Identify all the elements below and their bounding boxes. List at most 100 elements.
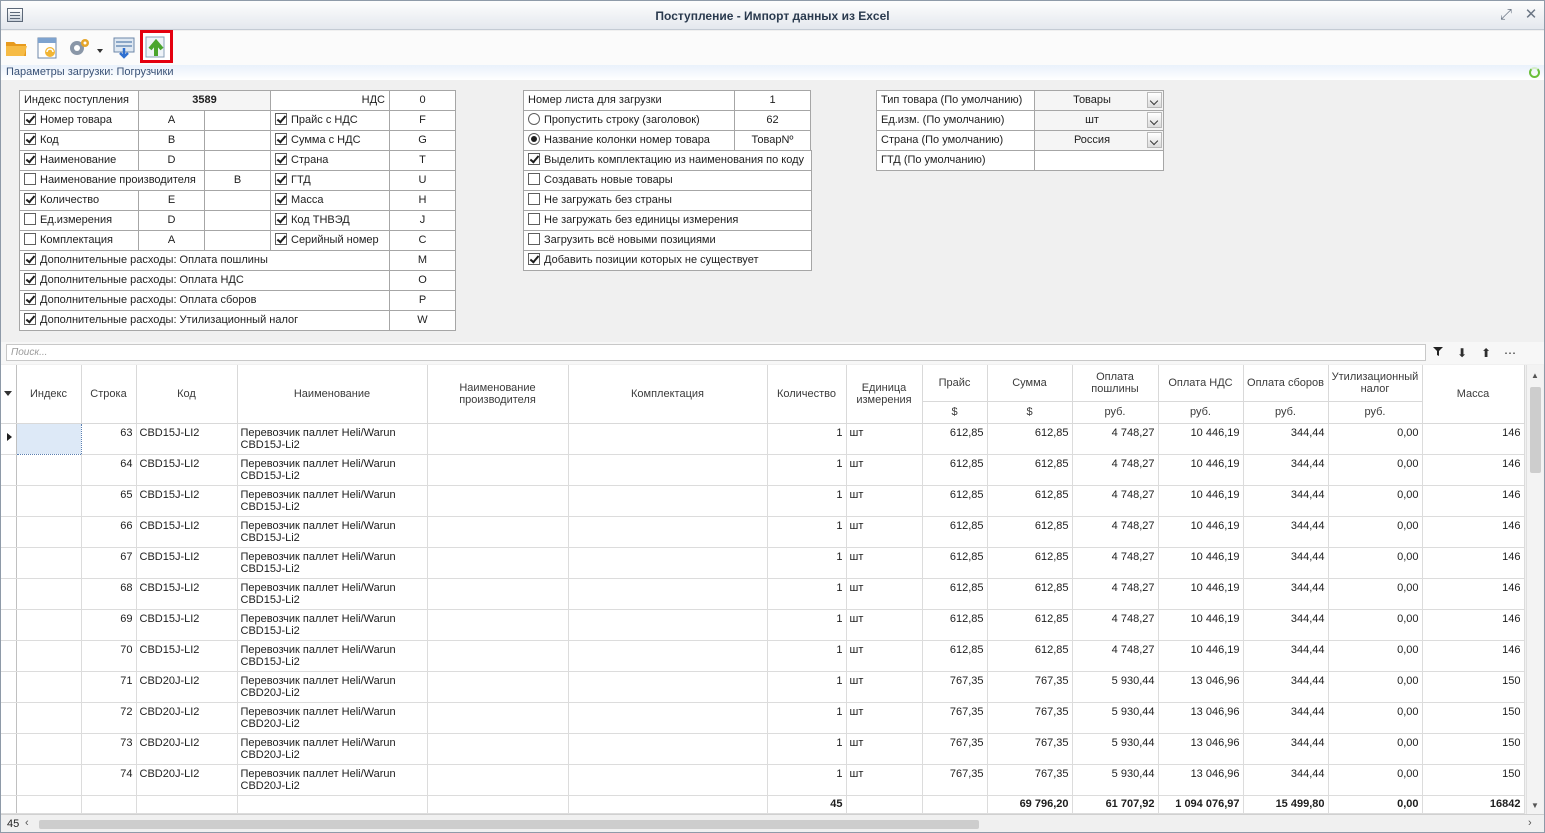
extra-cost-value[interactable]: P <box>390 291 456 311</box>
cell-name[interactable]: Перевозчик паллет Heli/Warun CBD20J-Li2 <box>237 733 428 765</box>
cell-qty[interactable]: 1 <box>767 578 847 610</box>
cell-manufacturer[interactable] <box>427 733 569 765</box>
map-col-value[interactable]: A <box>139 231 205 251</box>
cell-duty[interactable]: 4 748,27 <box>1072 578 1159 610</box>
cell-name[interactable]: Перевозчик паллет Heli/Warun CBD15J-Li2 <box>237 516 428 548</box>
cell-qty[interactable]: 1 <box>767 547 847 579</box>
load-option[interactable]: Загрузить всё новыми позициями <box>524 231 812 251</box>
scroll-right-icon[interactable]: › <box>1528 817 1532 829</box>
cell-unit[interactable]: шт <box>846 764 923 796</box>
scroll-up-icon[interactable]: ▲ <box>1531 371 1539 380</box>
cell-manufacturer[interactable] <box>427 547 569 579</box>
dropdown-arrow-icon[interactable] <box>94 35 106 61</box>
cell-mass[interactable]: 150 <box>1422 702 1525 734</box>
cell-fees[interactable]: 344,44 <box>1243 640 1329 672</box>
column-header[interactable]: Утилизационный налог <box>1328 365 1423 402</box>
skip-row-option[interactable]: Пропустить строку (заголовок) <box>524 111 735 131</box>
cell-util[interactable]: 0,00 <box>1328 609 1423 641</box>
cell-mass[interactable]: 146 <box>1422 516 1525 548</box>
cell-name[interactable]: Перевозчик паллет Heli/Warun CBD20J-Li2 <box>237 671 428 703</box>
map-checkbox[interactable] <box>24 153 36 165</box>
extra-cost-value[interactable]: O <box>390 271 456 291</box>
cell-manufacturer[interactable] <box>427 485 569 517</box>
cell-mass[interactable]: 146 <box>1422 485 1525 517</box>
load-option-checkbox[interactable] <box>528 153 540 165</box>
cell-kit[interactable] <box>568 671 768 703</box>
cell-row[interactable]: 70 <box>81 640 137 672</box>
row-indicator-header[interactable] <box>1 365 17 424</box>
cell-unit[interactable]: шт <box>846 702 923 734</box>
table-row[interactable]: 71 CBD20J-LI2 Перевозчик паллет Heli/Warun… <box>1 671 1525 703</box>
cell-index[interactable] <box>16 640 82 672</box>
cell-sum[interactable]: 612,85 <box>987 547 1073 579</box>
cell-unit[interactable]: шт <box>846 454 923 486</box>
load-option-checkbox[interactable] <box>528 193 540 205</box>
cell-mass[interactable]: 146 <box>1422 640 1525 672</box>
cell-name[interactable]: Перевозчик паллет Heli/Warun CBD20J-Li2 <box>237 764 428 796</box>
load-option[interactable]: Добавить позиции которых не существует <box>524 251 812 271</box>
sort-up-icon[interactable]: ⬆ <box>1478 345 1494 361</box>
cell-name[interactable]: Перевозчик паллет Heli/Warun CBD20J-Li2 <box>237 702 428 734</box>
map-checkbox[interactable] <box>275 153 287 165</box>
search-input[interactable]: Поиск... <box>6 344 1426 361</box>
table-row[interactable]: 64 CBD15J-LI2 Перевозчик паллет Heli/Warun… <box>1 454 1525 486</box>
cell-sum[interactable]: 767,35 <box>987 733 1073 765</box>
chevron-down-icon[interactable] <box>1147 112 1162 128</box>
map-checkbox[interactable] <box>275 233 287 245</box>
cell-row[interactable]: 68 <box>81 578 137 610</box>
cell-index[interactable] <box>16 764 82 796</box>
map-row-right[interactable]: Страна <box>271 151 390 171</box>
map-col-value[interactable]: B <box>139 131 205 151</box>
cell-util[interactable]: 0,00 <box>1328 702 1423 734</box>
table-row[interactable]: 73 CBD20J-LI2 Перевозчик паллет Heli/Warun… <box>1 733 1525 765</box>
cell-fees[interactable]: 344,44 <box>1243 547 1329 579</box>
cell-util[interactable]: 0,00 <box>1328 578 1423 610</box>
cell-price[interactable]: 612,85 <box>922 547 988 579</box>
cell-fees[interactable]: 344,44 <box>1243 733 1329 765</box>
cell-code[interactable]: CBD20J-LI2 <box>136 671 238 703</box>
cell-unit[interactable]: шт <box>846 547 923 579</box>
cell-fees[interactable]: 344,44 <box>1243 578 1329 610</box>
column-header[interactable]: Оплата НДС <box>1158 365 1244 402</box>
map-row-right[interactable]: ГТД <box>271 171 390 191</box>
close-icon[interactable]: ✕ <box>1522 7 1540 23</box>
cell-fees[interactable]: 344,44 <box>1243 702 1329 734</box>
load-option[interactable]: Создавать новые товары <box>524 171 812 191</box>
map-checkbox[interactable] <box>24 113 36 125</box>
cell-manufacturer[interactable] <box>427 640 569 672</box>
cell-manufacturer[interactable] <box>427 423 569 455</box>
vat-value[interactable]: 0 <box>390 91 456 111</box>
cell-mass[interactable]: 150 <box>1422 671 1525 703</box>
cell-qty[interactable]: 1 <box>767 671 847 703</box>
cell-util[interactable]: 0,00 <box>1328 423 1423 455</box>
table-row[interactable]: 69 CBD15J-LI2 Перевозчик паллет Heli/Warun… <box>1 609 1525 641</box>
map-col-value[interactable]: A <box>139 111 205 131</box>
cell-kit[interactable] <box>568 702 768 734</box>
map-row-right[interactable]: Сумма с НДС <box>271 131 390 151</box>
cell-sum[interactable]: 612,85 <box>987 516 1073 548</box>
chevron-down-icon[interactable] <box>1147 132 1162 148</box>
map-row-left[interactable]: Количество <box>20 191 139 211</box>
cell-vat[interactable]: 10 446,19 <box>1158 516 1244 548</box>
cell-code[interactable]: CBD15J-LI2 <box>136 516 238 548</box>
cell-price[interactable]: 612,85 <box>922 578 988 610</box>
cell-sum[interactable]: 612,85 <box>987 485 1073 517</box>
cell-unit[interactable]: шт <box>846 516 923 548</box>
row-indicator[interactable] <box>1 764 17 796</box>
map-row-right[interactable]: Серийный номер <box>271 231 390 251</box>
map-checkbox[interactable] <box>275 113 287 125</box>
map-row-right[interactable]: Прайс с НДС <box>271 111 390 131</box>
cell-kit[interactable] <box>568 578 768 610</box>
cell-price[interactable]: 767,35 <box>922 671 988 703</box>
cell-manufacturer[interactable] <box>427 516 569 548</box>
cell-index[interactable] <box>16 609 82 641</box>
extra-cost-row[interactable]: Дополнительные расходы: Оплата НДС <box>20 271 390 291</box>
map-checkbox[interactable] <box>24 133 36 145</box>
cell-price[interactable]: 612,85 <box>922 609 988 641</box>
cell-unit[interactable]: шт <box>846 671 923 703</box>
refresh-file-icon[interactable] <box>35 35 61 61</box>
cell-row[interactable]: 66 <box>81 516 137 548</box>
cell-kit[interactable] <box>568 609 768 641</box>
cell-row[interactable]: 65 <box>81 485 137 517</box>
map-col-value[interactable]: G <box>390 131 456 151</box>
